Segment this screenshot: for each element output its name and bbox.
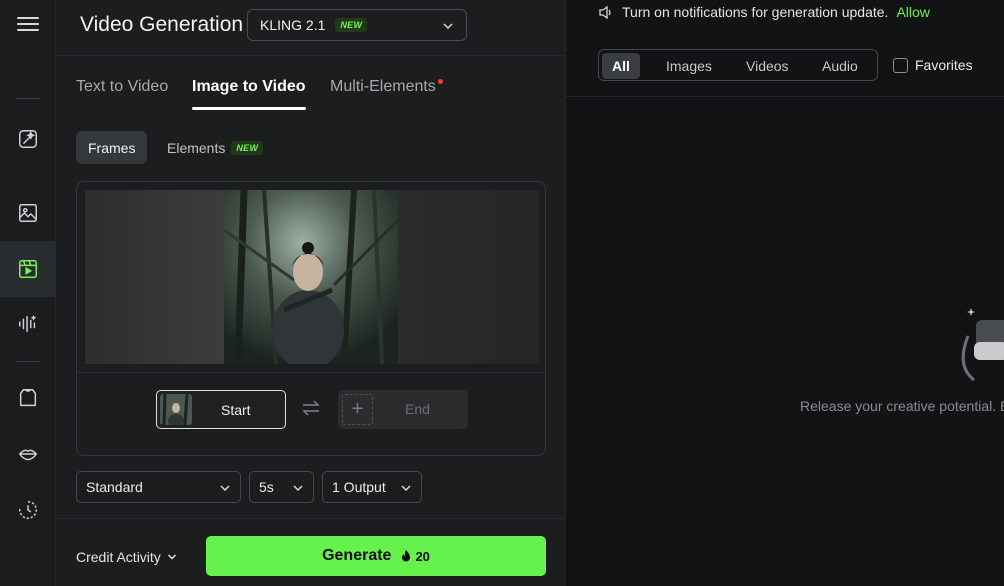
rail-item-image[interactable] bbox=[0, 185, 56, 241]
page-title: Video Generation bbox=[80, 13, 244, 36]
flame-icon bbox=[402, 550, 411, 562]
panel-footer: Credit Activity Generate 20 bbox=[56, 518, 566, 586]
duration-select[interactable]: 5s bbox=[249, 471, 314, 503]
start-frame-thumbnail bbox=[160, 394, 192, 425]
filter-all[interactable]: All bbox=[602, 53, 640, 79]
start-frame-label: Start bbox=[221, 402, 251, 418]
rail-item-history[interactable] bbox=[0, 482, 56, 538]
image-icon bbox=[19, 204, 37, 222]
allow-notifications-link[interactable]: Allow bbox=[896, 4, 929, 20]
filter-videos[interactable]: Videos bbox=[736, 53, 799, 79]
uploaded-image bbox=[224, 190, 398, 364]
rail-divider bbox=[16, 98, 40, 99]
empty-state-illustration bbox=[961, 308, 1004, 382]
notification-dot bbox=[437, 79, 443, 84]
history-icon bbox=[19, 501, 37, 519]
subtab-elements[interactable]: Elements NEW bbox=[155, 131, 275, 164]
icon-rail bbox=[0, 0, 56, 586]
image-preview[interactable] bbox=[85, 190, 539, 364]
lips-icon bbox=[18, 449, 38, 461]
rail-divider bbox=[16, 361, 40, 362]
panel-header: Video Generation KLING 2.1 NEW bbox=[56, 0, 566, 56]
notification-text: Turn on notifications for generation upd… bbox=[622, 4, 889, 20]
shirt-icon bbox=[19, 389, 37, 407]
chevron-down-icon bbox=[401, 485, 411, 492]
hamburger-menu-icon[interactable] bbox=[17, 14, 39, 36]
quality-mode-select[interactable]: Standard bbox=[76, 471, 241, 503]
favorites-checkbox[interactable]: Favorites bbox=[893, 57, 973, 73]
asset-filter-group: All Images Videos Audio bbox=[598, 49, 878, 81]
credit-cost: 20 bbox=[401, 549, 430, 564]
rail-item-lip-sync[interactable] bbox=[0, 426, 56, 482]
end-frame-label: End bbox=[405, 401, 430, 417]
tab-multi-elements[interactable]: Multi-Elements bbox=[330, 78, 443, 96]
audio-wave-icon bbox=[19, 314, 37, 333]
active-tab-indicator bbox=[192, 107, 306, 110]
chevron-down-icon bbox=[443, 23, 453, 30]
start-frame-button[interactable]: Start bbox=[156, 390, 286, 429]
chevron-down-icon bbox=[293, 485, 303, 492]
frame-upload-area: Start + End bbox=[76, 181, 546, 456]
filter-images[interactable]: Images bbox=[656, 53, 722, 79]
generation-panel: Video Generation KLING 2.1 NEW Text to V… bbox=[56, 0, 566, 586]
chevron-down-icon bbox=[220, 485, 230, 492]
rail-item-video[interactable] bbox=[0, 241, 56, 297]
app-root: Video Generation KLING 2.1 NEW Text to V… bbox=[0, 0, 1004, 586]
rail-item-effects[interactable] bbox=[0, 111, 56, 167]
divider bbox=[566, 96, 1004, 97]
tab-image-to-video[interactable]: Image to Video bbox=[192, 78, 306, 110]
model-select[interactable]: KLING 2.1 NEW bbox=[247, 9, 467, 41]
subtab-frames[interactable]: Frames bbox=[76, 131, 148, 164]
output-count-select[interactable]: 1 Output bbox=[322, 471, 422, 503]
speaker-icon bbox=[599, 5, 611, 19]
tab-text-to-video[interactable]: Text to Video bbox=[76, 78, 168, 96]
swap-icon[interactable] bbox=[302, 400, 320, 416]
end-frame-button[interactable]: + End bbox=[338, 390, 468, 429]
checkbox bbox=[893, 57, 908, 73]
chevron-down-icon bbox=[167, 554, 176, 560]
video-icon bbox=[19, 260, 37, 278]
magic-wand-icon bbox=[19, 130, 37, 148]
plus-icon: + bbox=[342, 394, 373, 425]
model-name: KLING 2.1 bbox=[260, 17, 326, 33]
gallery-area: Turn on notifications for generation upd… bbox=[566, 0, 1004, 586]
rail-item-audio[interactable] bbox=[0, 296, 56, 352]
filter-audio[interactable]: Audio bbox=[812, 53, 868, 79]
new-badge: NEW bbox=[335, 18, 368, 32]
new-badge: NEW bbox=[231, 140, 264, 155]
generate-button[interactable]: Generate 20 bbox=[206, 536, 546, 576]
empty-state-text: Release your creative potential. E bbox=[800, 398, 1004, 414]
divider bbox=[77, 372, 545, 373]
notification-bar: Turn on notifications for generation upd… bbox=[599, 4, 930, 20]
rail-item-try-on[interactable] bbox=[0, 370, 56, 426]
credit-activity-button[interactable]: Credit Activity bbox=[76, 549, 177, 565]
